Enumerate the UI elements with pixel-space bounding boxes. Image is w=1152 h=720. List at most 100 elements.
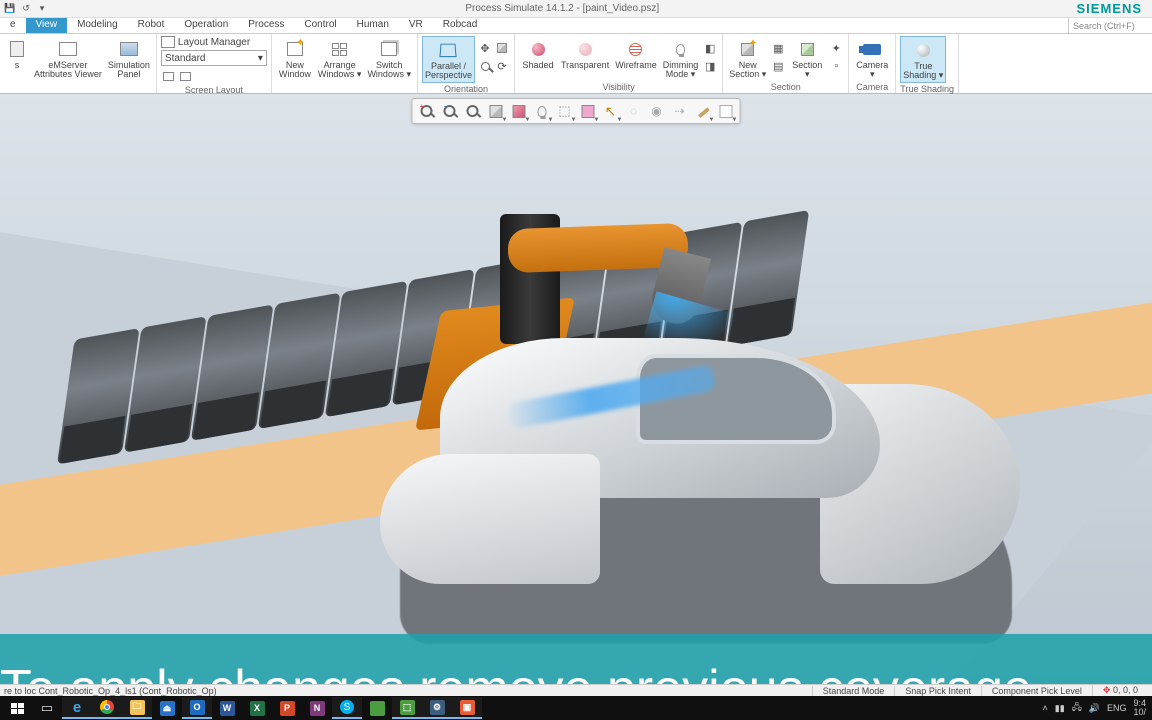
taskbar-process-simulate[interactable]: ⚙ (422, 697, 452, 719)
new-section-icon: ✦ (737, 38, 759, 60)
taskbar-recorder[interactable]: ▣ (452, 697, 482, 719)
tab-robcad[interactable]: Robcad (433, 18, 487, 33)
quick-access-toolbar: 💾 ↺ ▾ (0, 3, 48, 15)
tray-battery-icon[interactable]: ▮▮ (1055, 703, 1065, 714)
tray-network-icon[interactable]: 🖧 (1072, 700, 1082, 716)
orient-refresh-icon[interactable]: ⟳ (494, 58, 510, 74)
switch-windows-icon (378, 38, 400, 60)
btn-dimming-mode[interactable]: Dimming Mode ▾ (661, 36, 701, 81)
layout-manager-button[interactable]: Layout Manager (161, 36, 250, 48)
tab-control[interactable]: Control (294, 18, 346, 33)
taskbar-outlook[interactable]: O (182, 697, 212, 719)
btn-camera[interactable]: Camera ▾ (853, 36, 891, 81)
section-extra-3[interactable]: ✦ (828, 40, 844, 56)
visibility-extra-2[interactable]: ◨ (702, 58, 718, 74)
tray-chevron-up-icon[interactable]: ˄ (1043, 703, 1048, 713)
tool-zoom-out[interactable]: − (440, 101, 460, 121)
taskbar-powerpoint[interactable]: P (272, 697, 302, 719)
system-tray[interactable]: ˄ ▮▮ 🖧 🔊 ENG 9:4 10/ (1043, 699, 1150, 717)
tool-view-cube[interactable]: ▼ (486, 101, 506, 121)
3d-viewport[interactable]: + − ▼ ▼ ▼ ⬚▼ ▼ ↖▼ ◌ ◉ ⇢ ▬▼ ▼ To apply ch… (0, 94, 1152, 684)
tab-file[interactable]: e (0, 18, 26, 33)
save-icon[interactable]: 💾 (4, 3, 16, 15)
section-extra-4[interactable]: ▫ (828, 58, 844, 74)
taskbar-app-green1[interactable] (362, 697, 392, 719)
undo-icon[interactable]: ↺ (20, 3, 32, 15)
taskbar-store[interactable]: ⏏ (152, 697, 182, 719)
group-visibility: Shaded Transparent Wireframe Dimming Mod… (515, 34, 723, 93)
section-extra-2[interactable]: ▤ (770, 58, 786, 74)
btn-shaded[interactable]: Shaded (519, 36, 557, 72)
status-pick-level[interactable]: Component Pick Level (981, 686, 1092, 696)
tool-zoom-in[interactable]: + (417, 101, 437, 121)
btn-transparent[interactable]: Transparent (559, 36, 611, 72)
btn-simulation-panel[interactable]: Simulation Panel (106, 36, 152, 81)
tool-pick[interactable]: ↖▼ (601, 101, 621, 121)
orient-zoom-icon[interactable] (477, 58, 493, 74)
tool-hide[interactable]: ◌ (624, 101, 644, 121)
section-extra-1[interactable]: ▦ (770, 40, 786, 56)
taskbar-app-green2[interactable]: ⬚ (392, 697, 422, 719)
tool-zoom-fit[interactable] (463, 101, 483, 121)
taskbar-onenote[interactable]: N (302, 697, 332, 719)
search-input[interactable]: Search (Ctrl+F) (1068, 18, 1152, 33)
group-screen-layout: Layout Manager Standard ▾ Screen Layout (157, 34, 272, 93)
btn-s[interactable]: s (4, 36, 30, 72)
tool-measure[interactable]: ▬▼ (693, 101, 713, 121)
btn-arrange-windows[interactable]: Arrange Windows ▾ (316, 36, 364, 81)
group-label-section: Section (727, 81, 844, 93)
layout-icon-1[interactable] (161, 68, 177, 84)
tab-robot[interactable]: Robot (128, 18, 175, 33)
tool-view-solid[interactable]: ▼ (509, 101, 529, 121)
group-label-camera: Camera (853, 81, 891, 93)
tool-light[interactable]: ▼ (532, 101, 552, 121)
taskbar-skype[interactable]: S (332, 697, 362, 719)
taskview-button[interactable]: ▭ (32, 697, 62, 719)
tool-frame[interactable]: ⬚▼ (555, 101, 575, 121)
tool-show[interactable]: ◉ (647, 101, 667, 121)
tray-clock[interactable]: 9:4 10/ (1133, 699, 1146, 717)
taskbar-word[interactable]: W (212, 697, 242, 719)
group-windows: ✦ New Window Arrange Windows ▾ Switch Wi… (272, 34, 418, 93)
tray-volume-icon[interactable]: 🔊 (1089, 703, 1100, 714)
layout-standard-combo[interactable]: Standard ▾ (161, 50, 267, 66)
tool-link[interactable]: ⇢ (670, 101, 690, 121)
layout-manager-icon (161, 36, 175, 48)
taskbar-ie[interactable]: e (62, 697, 92, 719)
visibility-extra-1[interactable]: ◧ (702, 40, 718, 56)
tab-view[interactable]: View (26, 18, 68, 33)
group-true-shading: True Shading ▾ True Shading (896, 34, 959, 93)
orient-default-icon[interactable] (494, 40, 510, 56)
qat-dropdown-icon[interactable]: ▾ (36, 3, 48, 15)
status-mode[interactable]: Standard Mode (812, 686, 895, 696)
taskbar-explorer[interactable]: 🗀 (122, 697, 152, 719)
taskbar-excel[interactable]: X (242, 697, 272, 719)
tray-language[interactable]: ENG (1107, 703, 1127, 713)
btn-wireframe[interactable]: Wireframe (613, 36, 659, 72)
app-status-bar: re to loc Cont_Robotic_Op_4_ls1 (Cont_Ro… (0, 684, 1152, 696)
video-caption-overlay: To apply changes remove previous coverag… (0, 634, 1152, 684)
true-shading-icon (912, 39, 934, 61)
tab-process[interactable]: Process (238, 18, 294, 33)
layout-icon-2[interactable] (178, 68, 194, 84)
orient-move-icon[interactable]: ✥ (477, 40, 493, 56)
status-snap-pick[interactable]: Snap Pick Intent (894, 686, 981, 696)
btn-switch-windows[interactable]: Switch Windows ▾ (365, 36, 413, 81)
tool-shading[interactable]: ▼ (716, 101, 736, 121)
ribbon-tabs: e View Modeling Robot Operation Process … (0, 18, 1152, 34)
start-button[interactable] (2, 697, 32, 719)
tab-modeling[interactable]: Modeling (67, 18, 128, 33)
btn-section[interactable]: Section ▾ (788, 36, 826, 81)
tab-vr[interactable]: VR (399, 18, 433, 33)
simulation-panel-icon (118, 38, 140, 60)
taskbar-chrome[interactable] (92, 697, 122, 719)
btn-true-shading[interactable]: True Shading ▾ (900, 36, 946, 83)
tab-human[interactable]: Human (347, 18, 399, 33)
section-icon (796, 38, 818, 60)
btn-new-window[interactable]: ✦ New Window (276, 36, 314, 81)
btn-emserver[interactable]: eMServer Attributes Viewer (32, 36, 104, 81)
btn-parallel-perspective[interactable]: Parallel / Perspective (422, 36, 475, 83)
btn-new-section[interactable]: ✦ New Section ▾ (727, 36, 768, 81)
tool-copy[interactable]: ▼ (578, 101, 598, 121)
tab-operation[interactable]: Operation (174, 18, 238, 33)
